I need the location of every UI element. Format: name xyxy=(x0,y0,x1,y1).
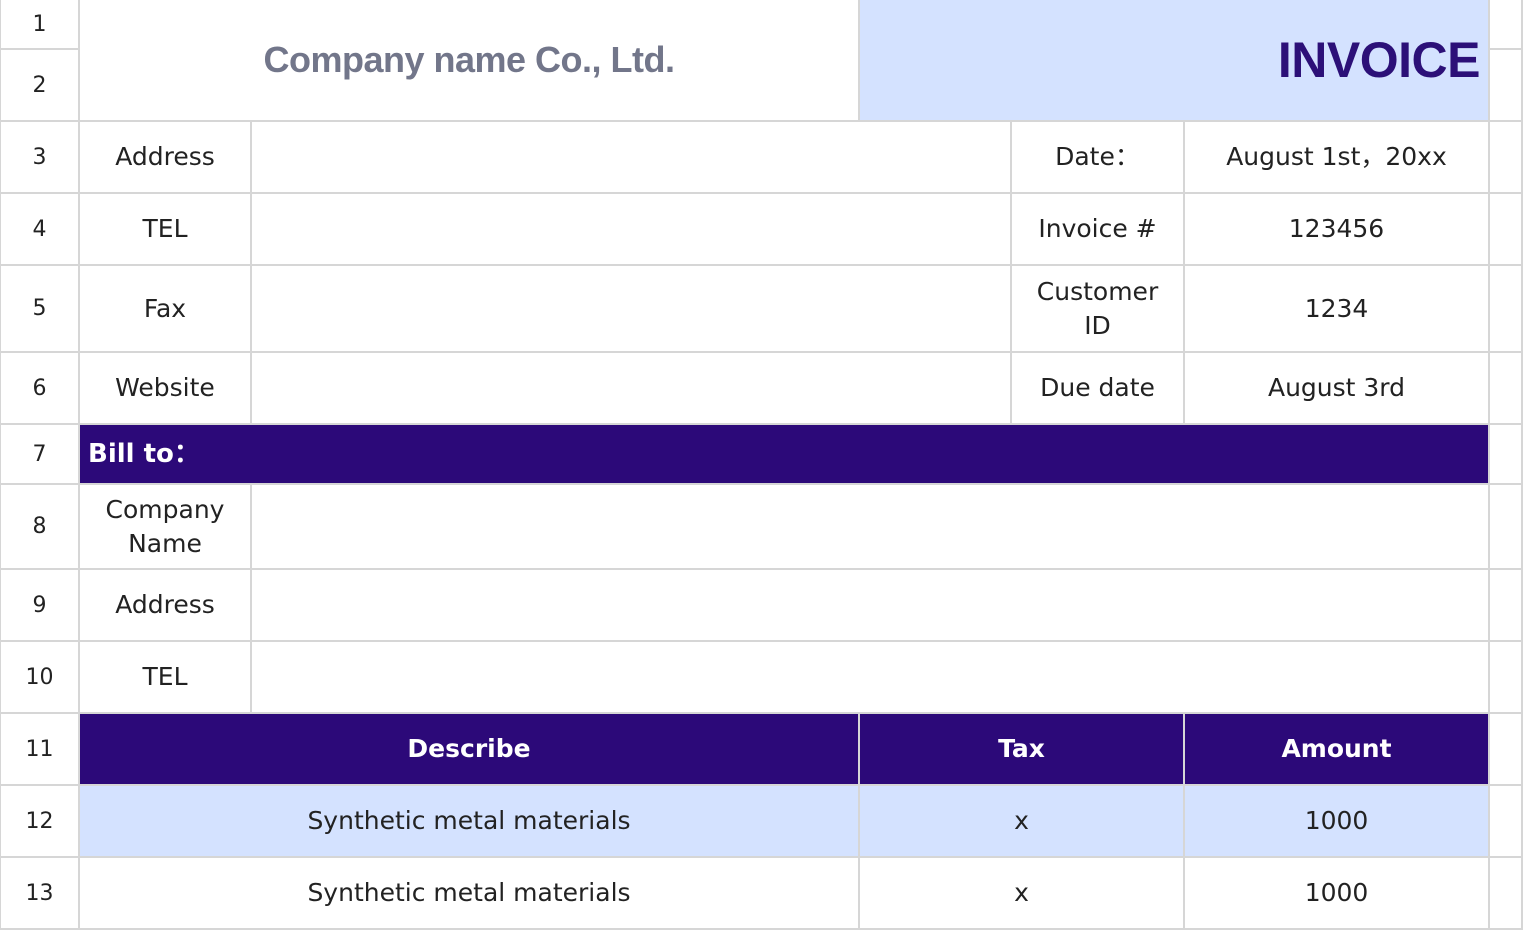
empty-cell[interactable] xyxy=(1490,194,1523,266)
empty-cell[interactable] xyxy=(1490,714,1523,786)
item-tax[interactable]: x xyxy=(860,786,1185,858)
bill-tel-value[interactable] xyxy=(252,642,1490,714)
row-header[interactable]: 12 xyxy=(0,786,80,858)
bill-to-header[interactable]: Bill to： xyxy=(80,425,1490,485)
seller-tel-label[interactable]: TEL xyxy=(80,194,252,266)
due-date-label[interactable]: Due date xyxy=(1012,353,1185,425)
item-description[interactable]: Synthetic metal materials xyxy=(80,786,860,858)
row-header[interactable]: 6 xyxy=(0,353,80,425)
empty-cell[interactable] xyxy=(1490,425,1523,485)
bill-tel-label[interactable]: TEL xyxy=(80,642,252,714)
seller-address-value[interactable] xyxy=(252,122,1012,194)
item-tax[interactable]: x xyxy=(860,858,1185,930)
customer-id-label[interactable]: Customer ID xyxy=(1012,266,1185,353)
empty-cell[interactable] xyxy=(1490,642,1523,714)
column-header-amount[interactable]: Amount xyxy=(1185,714,1490,786)
empty-cell[interactable] xyxy=(1490,50,1523,122)
empty-cell[interactable] xyxy=(1490,266,1523,353)
spreadsheet: 1 2 3 4 5 6 7 8 9 10 11 12 13 Company na… xyxy=(0,0,1523,930)
bill-company-value[interactable] xyxy=(252,485,1490,570)
item-amount[interactable]: 1000 xyxy=(1185,858,1490,930)
seller-tel-value[interactable] xyxy=(252,194,1012,266)
bill-address-label[interactable]: Address xyxy=(80,570,252,642)
company-name[interactable]: Company name Co., Ltd. xyxy=(80,0,860,122)
seller-website-label[interactable]: Website xyxy=(80,353,252,425)
row-header[interactable]: 13 xyxy=(0,858,80,930)
empty-cell[interactable] xyxy=(1490,353,1523,425)
bill-address-value[interactable] xyxy=(252,570,1490,642)
empty-cell[interactable] xyxy=(1490,485,1523,570)
row-header[interactable]: 8 xyxy=(0,485,80,570)
column-header-describe[interactable]: Describe xyxy=(80,714,860,786)
empty-cell[interactable] xyxy=(1490,570,1523,642)
empty-cell[interactable] xyxy=(1490,858,1523,930)
row-header[interactable]: 9 xyxy=(0,570,80,642)
seller-address-label[interactable]: Address xyxy=(80,122,252,194)
row-header[interactable]: 1 xyxy=(0,0,80,50)
empty-cell[interactable] xyxy=(1490,122,1523,194)
date-value[interactable]: August 1st，20xx xyxy=(1185,122,1490,194)
due-date-value[interactable]: August 3rd xyxy=(1185,353,1490,425)
invoice-number-value[interactable]: 123456 xyxy=(1185,194,1490,266)
row-header[interactable]: 10 xyxy=(0,642,80,714)
empty-cell[interactable] xyxy=(1490,786,1523,858)
seller-fax-label[interactable]: Fax xyxy=(80,266,252,353)
customer-id-value[interactable]: 1234 xyxy=(1185,266,1490,353)
row-header[interactable]: 11 xyxy=(0,714,80,786)
seller-website-value[interactable] xyxy=(252,353,1012,425)
row-header[interactable]: 3 xyxy=(0,122,80,194)
row-header[interactable]: 7 xyxy=(0,425,80,485)
invoice-number-label[interactable]: Invoice # xyxy=(1012,194,1185,266)
row-header[interactable]: 4 xyxy=(0,194,80,266)
date-label[interactable]: Date： xyxy=(1012,122,1185,194)
item-amount[interactable]: 1000 xyxy=(1185,786,1490,858)
row-header[interactable]: 2 xyxy=(0,50,80,122)
seller-fax-value[interactable] xyxy=(252,266,1012,353)
empty-cell[interactable] xyxy=(1490,0,1523,50)
item-description[interactable]: Synthetic metal materials xyxy=(80,858,860,930)
invoice-title[interactable]: INVOICE xyxy=(860,0,1490,122)
bill-company-label[interactable]: Company Name xyxy=(80,485,252,570)
column-header-tax[interactable]: Tax xyxy=(860,714,1185,786)
row-header[interactable]: 5 xyxy=(0,266,80,353)
